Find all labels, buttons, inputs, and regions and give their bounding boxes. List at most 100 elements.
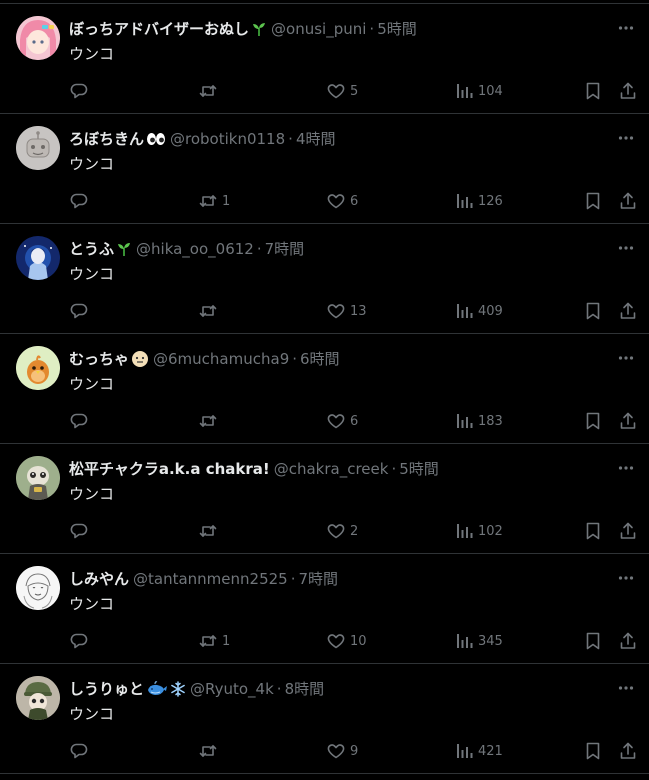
reply-button[interactable] [69, 520, 93, 542]
like-button[interactable]: 9 [326, 740, 358, 762]
tweet-text: ウンコ [69, 595, 115, 613]
tweet[interactable]: 松平チャクラa.k.a chakra! @chakra_creek · 5時間 … [0, 444, 649, 554]
bookmark-button[interactable] [584, 410, 602, 432]
avatar[interactable] [16, 236, 60, 280]
bookmark-button[interactable] [584, 630, 602, 652]
like-button[interactable]: 2 [326, 520, 358, 542]
avatar[interactable] [16, 126, 60, 170]
reply-button[interactable] [69, 190, 93, 212]
views-button[interactable]: 102 [456, 520, 503, 542]
user-handle[interactable]: @6muchamucha9 [153, 349, 289, 369]
tweet[interactable]: とうふ @hika_oo_0612 · 7時間 ウンコ 13 409 [0, 224, 649, 334]
avatar[interactable] [16, 676, 60, 720]
retweet-button[interactable]: 1 [198, 630, 230, 652]
more-options-icon[interactable] [615, 348, 637, 368]
retweet-icon [199, 415, 217, 427]
retweet-icon [199, 525, 217, 537]
retweet-button[interactable] [198, 300, 222, 322]
retweet-button[interactable]: 1 [198, 190, 230, 212]
bookmark-button[interactable] [584, 520, 602, 542]
reply-button[interactable] [69, 80, 93, 102]
timestamp[interactable]: 5時間 [399, 459, 439, 479]
bookmark-button[interactable] [584, 740, 602, 762]
timestamp[interactable]: 5時間 [377, 19, 417, 39]
tweet[interactable]: ぼっちアドバイザーおぬし @onusi_puni · 5時間 ウンコ 5 104 [0, 4, 649, 114]
display-name[interactable]: しうりゅと [69, 679, 144, 699]
share-button[interactable] [619, 410, 637, 432]
retweet-count: 1 [222, 193, 231, 209]
user-handle[interactable]: @hika_oo_0612 [136, 239, 254, 259]
like-button[interactable]: 13 [326, 300, 367, 322]
user-handle[interactable]: @onusi_puni [271, 19, 366, 39]
analytics-icon [457, 304, 473, 318]
avatar[interactable] [16, 566, 60, 610]
heart-icon [327, 84, 345, 99]
avatar[interactable] [16, 16, 60, 60]
share-button[interactable] [619, 740, 637, 762]
user-handle[interactable]: @tantannmenn2525 [133, 569, 288, 589]
timestamp[interactable]: 7時間 [299, 569, 339, 589]
heart-icon [327, 414, 345, 429]
analytics-icon [457, 414, 473, 428]
reply-button[interactable] [69, 740, 93, 762]
tweet-text: ウンコ [69, 705, 115, 723]
like-button[interactable]: 5 [326, 80, 358, 102]
tweet[interactable]: しみやん @tantannmenn2525 · 7時間 ウンコ 1 10 345 [0, 554, 649, 664]
timestamp[interactable]: 6時間 [300, 349, 340, 369]
share-button[interactable] [619, 190, 637, 212]
avatar[interactable] [16, 346, 60, 390]
view-count: 345 [478, 633, 503, 649]
views-button[interactable]: 409 [456, 300, 503, 322]
share-button[interactable] [619, 80, 637, 102]
reply-icon [70, 743, 88, 759]
avatar[interactable] [16, 456, 60, 500]
tweet[interactable]: ろぼちきん @robotikn0118 · 4時間 ウンコ 1 6 126 [0, 114, 649, 224]
share-icon [620, 302, 636, 319]
display-name[interactable]: しみやん [69, 569, 129, 589]
retweet-icon [199, 85, 217, 97]
more-options-icon[interactable] [615, 18, 637, 38]
bookmark-button[interactable] [584, 80, 602, 102]
reply-button[interactable] [69, 300, 93, 322]
view-count: 183 [478, 413, 503, 429]
views-button[interactable]: 183 [456, 410, 503, 432]
display-name[interactable]: ろぼちきん [69, 129, 144, 149]
tweet[interactable]: むっちゃ @6muchamucha9 · 6時間 ウンコ 6 183 [0, 334, 649, 444]
bookmark-button[interactable] [584, 300, 602, 322]
tweet[interactable]: しうりゅと @Ryuto_4k · 8時間 ウンコ 9 421 [0, 664, 649, 774]
like-count: 5 [350, 83, 359, 99]
retweet-button[interactable] [198, 410, 222, 432]
user-handle[interactable]: @Ryuto_4k [190, 679, 274, 699]
timestamp[interactable]: 4時間 [296, 129, 336, 149]
share-button[interactable] [619, 300, 637, 322]
more-options-icon[interactable] [615, 128, 637, 148]
display-name[interactable]: とうふ [69, 239, 114, 259]
display-name[interactable]: むっちゃ [69, 349, 129, 369]
retweet-button[interactable] [198, 520, 222, 542]
views-button[interactable]: 126 [456, 190, 503, 212]
retweet-button[interactable] [198, 80, 222, 102]
retweet-icon [199, 195, 217, 207]
display-name[interactable]: 松平チャクラa.k.a chakra! [69, 459, 270, 479]
bookmark-button[interactable] [584, 190, 602, 212]
views-button[interactable]: 104 [456, 80, 503, 102]
display-name[interactable]: ぼっちアドバイザーおぬし [69, 19, 249, 39]
like-button[interactable]: 6 [326, 190, 358, 212]
like-button[interactable]: 10 [326, 630, 367, 652]
share-button[interactable] [619, 630, 637, 652]
reply-button[interactable] [69, 410, 93, 432]
views-button[interactable]: 345 [456, 630, 503, 652]
like-button[interactable]: 6 [326, 410, 358, 432]
retweet-button[interactable] [198, 740, 222, 762]
more-options-icon[interactable] [615, 568, 637, 588]
share-button[interactable] [619, 520, 637, 542]
user-handle[interactable]: @chakra_creek [274, 459, 389, 479]
more-options-icon[interactable] [615, 238, 637, 258]
user-handle[interactable]: @robotikn0118 [170, 129, 285, 149]
more-options-icon[interactable] [615, 678, 637, 698]
reply-button[interactable] [69, 630, 93, 652]
timestamp[interactable]: 8時間 [285, 679, 325, 699]
timestamp[interactable]: 7時間 [265, 239, 305, 259]
views-button[interactable]: 421 [456, 740, 503, 762]
more-options-icon[interactable] [615, 458, 637, 478]
